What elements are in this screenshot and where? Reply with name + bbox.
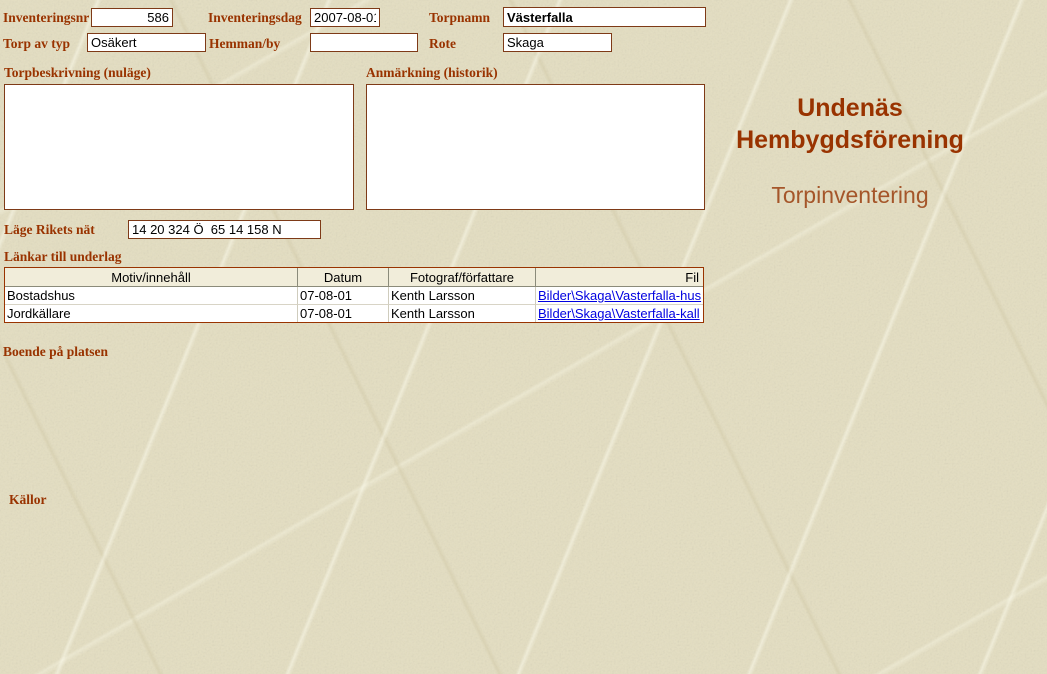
organization-title: Undenäs Hembygdsförening bbox=[736, 94, 964, 154]
torp-av-typ-label: Torp av typ bbox=[3, 36, 71, 51]
links-table-header-fil: Fil bbox=[535, 268, 703, 287]
datum-cell: 07-08-01 bbox=[297, 304, 388, 322]
links-table-header-fotograf: Fotograf/författare bbox=[388, 268, 535, 287]
fil-cell: Bilder\Skaga\Vasterfalla-hus bbox=[535, 287, 703, 304]
sources-section-heading: Källor bbox=[9, 492, 47, 507]
torpnamn-label: Torpnamn bbox=[429, 10, 491, 25]
table-row: Jordkällare 07-08-01 Kenth Larsson Bilde… bbox=[5, 304, 703, 322]
motiv-cell: Jordkällare bbox=[5, 304, 297, 322]
motiv-cell: Bostadshus bbox=[5, 287, 297, 304]
hemman-by-input[interactable] bbox=[310, 33, 418, 52]
torpbeskrivning-label: Torpbeskrivning (nuläge) bbox=[4, 65, 151, 80]
inventeringsdag-label: Inventeringsdag bbox=[208, 10, 302, 25]
fil-cell: Bilder\Skaga\Vasterfalla-kall bbox=[535, 304, 703, 322]
file-link[interactable]: Bilder\Skaga\Vasterfalla-kall bbox=[538, 306, 700, 321]
lage-rikets-nat-label: Läge Rikets nät bbox=[4, 222, 95, 237]
datum-cell: 07-08-01 bbox=[297, 287, 388, 304]
links-table-header-datum: Datum bbox=[297, 268, 388, 287]
rote-label: Rote bbox=[429, 36, 456, 51]
table-row: Bostadshus 07-08-01 Kenth Larsson Bilder… bbox=[5, 287, 703, 304]
fotograf-cell: Kenth Larsson bbox=[388, 304, 535, 322]
anmarkning-textarea[interactable] bbox=[366, 84, 705, 210]
inventeringsnr-input[interactable] bbox=[91, 8, 173, 27]
hemman-by-label: Hemman/by bbox=[209, 36, 281, 51]
fotograf-cell: Kenth Larsson bbox=[388, 287, 535, 304]
rote-input[interactable] bbox=[503, 33, 612, 52]
torpinventering-page: Inventeringsnr Inventeringsdag Torpnamn … bbox=[0, 0, 1047, 674]
links-section-heading: Länkar till underlag bbox=[4, 249, 122, 264]
torpbeskrivning-textarea[interactable] bbox=[4, 84, 354, 210]
links-table-header-motiv: Motiv/innehåll bbox=[5, 268, 297, 287]
torp-av-typ-input[interactable] bbox=[87, 33, 206, 52]
lage-rikets-nat-input[interactable] bbox=[128, 220, 321, 239]
torpnamn-input[interactable] bbox=[503, 7, 706, 27]
inventeringsnr-label: Inventeringsnr bbox=[3, 10, 90, 25]
links-table-header-row: Motiv/innehåll Datum Fotograf/författare… bbox=[5, 268, 703, 287]
residents-section-heading: Boende på platsen bbox=[3, 344, 109, 359]
anmarkning-label: Anmärkning (historik) bbox=[366, 65, 498, 80]
file-link[interactable]: Bilder\Skaga\Vasterfalla-hus bbox=[538, 288, 701, 303]
links-table: Motiv/innehåll Datum Fotograf/författare… bbox=[4, 267, 704, 323]
inventeringsdag-input[interactable] bbox=[310, 8, 380, 27]
app-title: Torpinventering bbox=[771, 182, 929, 208]
